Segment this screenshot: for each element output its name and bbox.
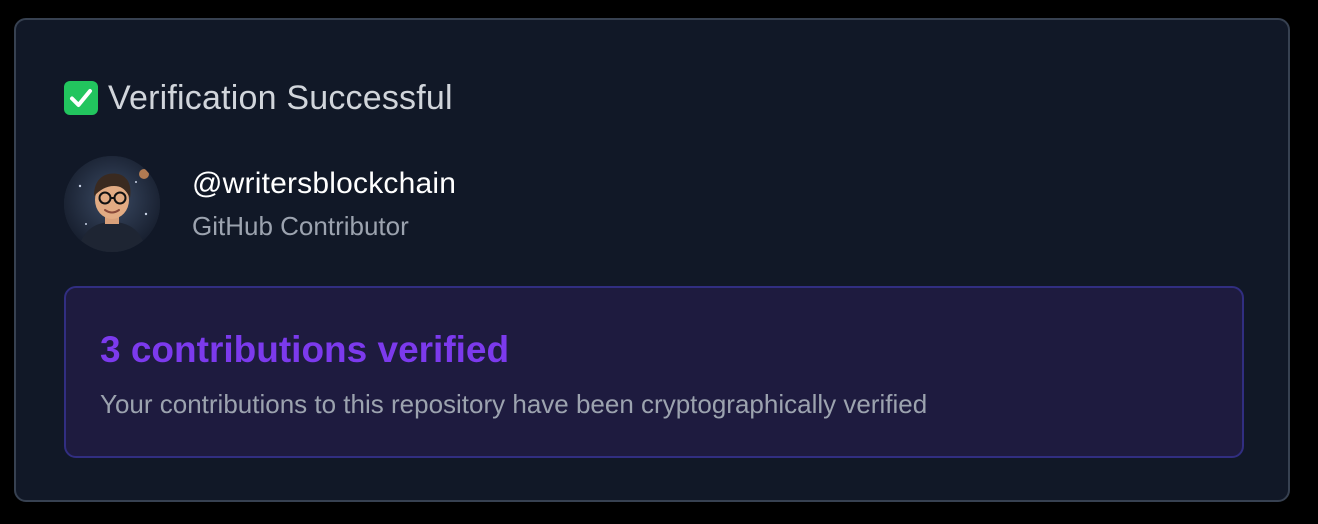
verification-header: Verification Successful xyxy=(64,78,453,118)
check-mark-icon xyxy=(64,81,98,115)
avatar xyxy=(64,156,160,252)
contributions-description: Your contributions to this repository ha… xyxy=(100,389,928,419)
profile-details: @writersblockchain GitHub Contributor xyxy=(192,166,456,242)
verification-card: Verification Successful @writersblockcha… xyxy=(14,18,1290,502)
contributions-info-box: 3 contributions verified Your contributi… xyxy=(64,286,1244,458)
username: @writersblockchain xyxy=(192,167,457,200)
verification-title: Verification Successful xyxy=(108,79,453,117)
contributions-heading: 3 contributions verified xyxy=(100,329,510,370)
user-profile: @writersblockchain GitHub Contributor xyxy=(64,156,456,252)
user-role: GitHub Contributor xyxy=(192,211,409,241)
